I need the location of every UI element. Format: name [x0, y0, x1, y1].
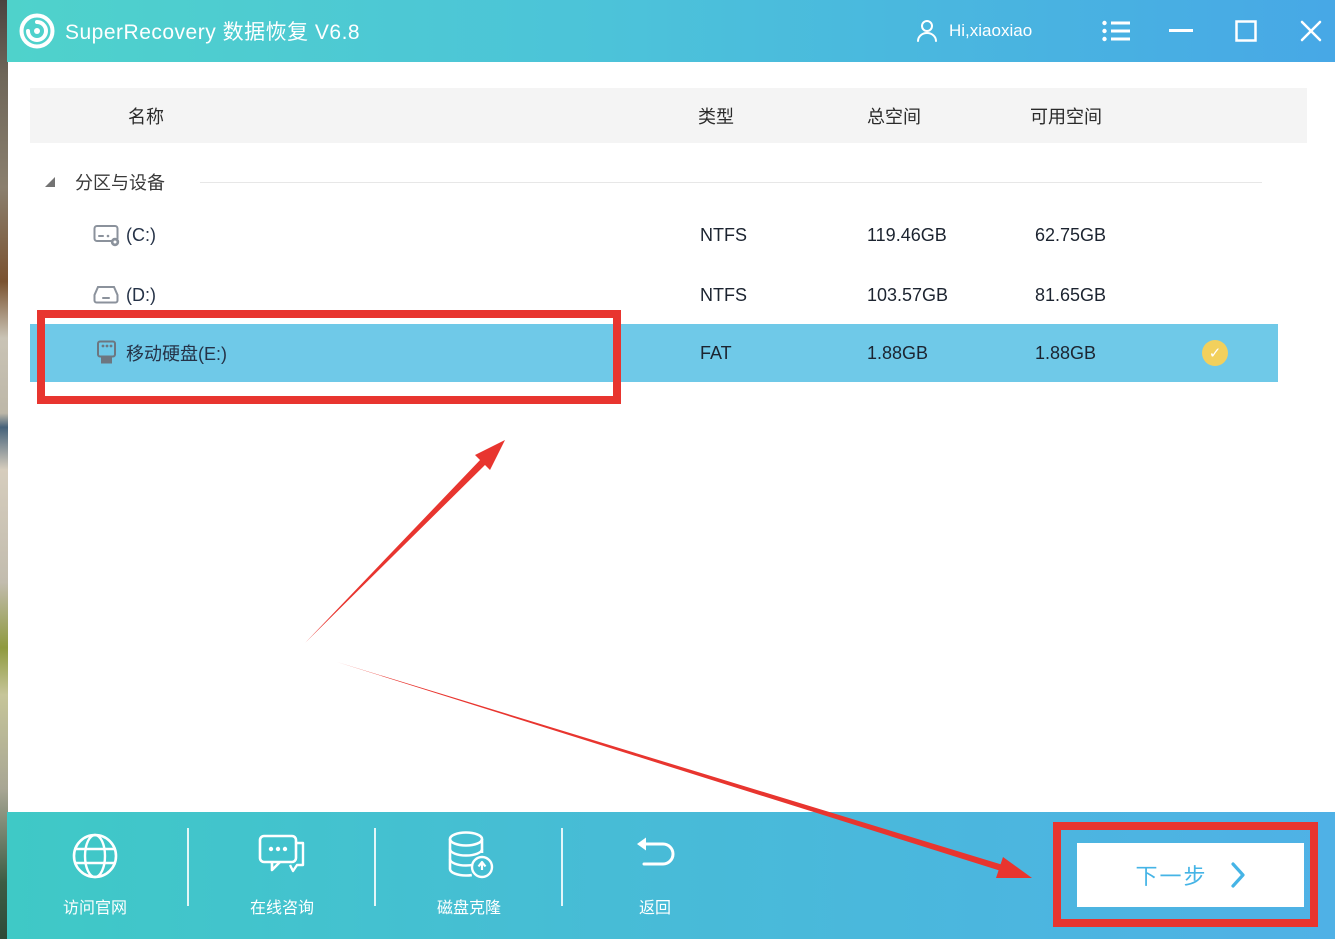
selected-check-icon: ✓: [1202, 340, 1228, 366]
column-header-name: 名称: [128, 88, 164, 143]
toolbar-item-label: 磁盘克隆: [437, 894, 501, 918]
close-button[interactable]: [1285, 0, 1335, 62]
column-header-free: 可用空间: [1030, 88, 1102, 143]
titlebar: SuperRecovery 数据恢复 V6.8 Hi,xiaoxiao: [7, 0, 1335, 62]
back-button[interactable]: 返回: [580, 830, 730, 930]
toolbar-item-label: 返回: [639, 894, 671, 918]
app-logo-icon: [19, 13, 55, 49]
user-account[interactable]: Hi,xiaoxiao: [915, 0, 1032, 62]
tree-expand-caret-icon[interactable]: [45, 177, 55, 187]
drive-free: 62.75GB: [1035, 206, 1106, 264]
table-row-drive-c[interactable]: (C:) NTFS 119.46GB 62.75GB: [0, 206, 1335, 264]
drive-name: (D:): [126, 266, 156, 324]
minimize-button[interactable]: [1155, 0, 1207, 62]
user-greeting: Hi,xiaoxiao: [949, 21, 1032, 41]
local-drive-icon: [93, 282, 121, 308]
back-arrow-icon: [629, 830, 681, 882]
globe-icon: [69, 830, 121, 882]
maximize-button[interactable]: [1220, 0, 1272, 62]
desktop-background-strip: [0, 0, 8, 939]
tree-group-partitions[interactable]: 分区与设备: [0, 160, 1335, 204]
drive-total: 119.46GB: [867, 206, 947, 264]
table-header: 名称 类型 总空间 可用空间: [30, 88, 1307, 143]
bottom-toolbar: 访问官网 在线咨询: [7, 812, 1335, 939]
disk-clone-button[interactable]: 磁盘克隆: [394, 830, 544, 930]
toolbar-divider: [561, 828, 563, 906]
disk-clone-icon: [443, 830, 495, 882]
visit-website-button[interactable]: 访问官网: [20, 830, 170, 930]
next-step-label: 下一步: [1135, 859, 1207, 891]
table-row-drive-e-selected[interactable]: 移动硬盘(E:) FAT 1.88GB 1.88GB ✓: [0, 324, 1335, 382]
toolbar-item-label: 在线咨询: [250, 894, 314, 918]
toolbar-divider: [374, 828, 376, 906]
online-support-button[interactable]: 在线咨询: [207, 830, 357, 930]
drive-total: 1.88GB: [867, 324, 928, 382]
toolbar-item-label: 访问官网: [63, 894, 127, 918]
drive-free: 1.88GB: [1035, 324, 1096, 382]
tree-group-label: 分区与设备: [75, 160, 165, 204]
group-divider-line: [200, 182, 1262, 183]
column-header-type: 类型: [698, 88, 734, 143]
menu-button[interactable]: [1090, 0, 1142, 62]
drive-type: NTFS: [700, 266, 747, 324]
column-header-total: 总空间: [867, 88, 921, 143]
removable-drive-icon: [93, 340, 121, 366]
chevron-right-icon: [1230, 862, 1246, 888]
table-row-drive-d[interactable]: (D:) NTFS 103.57GB 81.65GB: [0, 266, 1335, 324]
drive-total: 103.57GB: [867, 266, 948, 324]
drive-type: FAT: [700, 324, 732, 382]
drive-type: NTFS: [700, 206, 747, 264]
system-drive-icon: [93, 222, 121, 248]
app-window: SuperRecovery 数据恢复 V6.8 Hi,xiaoxiao: [0, 0, 1335, 939]
drive-free: 81.65GB: [1035, 266, 1106, 324]
chat-icon: [256, 830, 308, 882]
toolbar-divider: [187, 828, 189, 906]
app-title: SuperRecovery 数据恢复 V6.8: [65, 0, 360, 62]
next-step-button[interactable]: 下一步: [1077, 843, 1304, 907]
drive-name: 移动硬盘(E:): [126, 324, 227, 382]
drive-name: (C:): [126, 206, 156, 264]
user-icon: [915, 18, 939, 44]
